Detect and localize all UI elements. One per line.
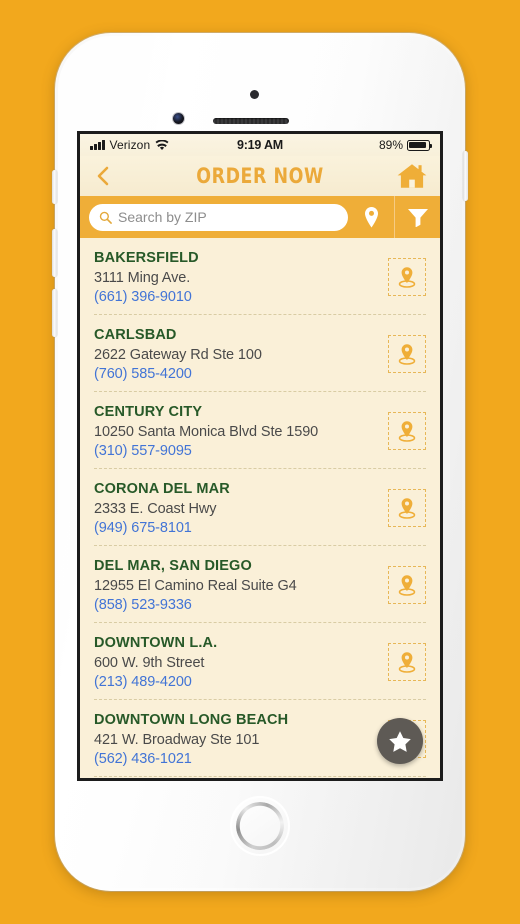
location-address: 3111 Ming Ave. [94,269,191,286]
location-map-button[interactable] [388,258,426,296]
map-pin-icon [398,575,416,596]
location-city: BAKERSFIELD [94,249,199,266]
volume-up-button[interactable] [52,229,57,277]
search-input[interactable] [118,209,338,225]
location-info: CORONA DEL MAR 2333 E. Coast Hwy (949) 6… [94,481,388,536]
location-phone[interactable]: (760) 585-4200 [94,366,388,382]
table-row[interactable]: CORONA DEL MAR 2333 E. Coast Hwy (949) 6… [94,469,426,546]
power-button[interactable] [463,151,468,201]
location-info: DOWNTOWN LONG BEACH 421 W. Broadway Ste … [94,712,388,767]
location-phone[interactable]: (858) 523-9336 [94,597,388,613]
location-address: 12955 El Camino Real Suite G4 [94,577,297,594]
location-map-button[interactable] [388,335,426,373]
location-city: CARLSBAD [94,326,177,343]
location-city: CENTURY CITY [94,403,203,420]
map-pin-icon [398,421,416,442]
volume-down-button[interactable] [52,289,57,337]
use-my-location-button[interactable] [348,196,394,238]
table-row[interactable]: DEL MAR, SAN DIEGO 12955 El Camino Real … [94,546,426,623]
location-address: 2333 E. Coast Hwy [94,500,217,517]
star-icon [389,730,411,752]
location-phone[interactable]: (949) 675-8101 [94,520,388,536]
location-map-button[interactable] [388,566,426,604]
status-bar: Verizon 9:19 AM 89% [80,134,440,156]
app-header: ORDER NOW [80,156,440,196]
filter-button[interactable] [394,196,440,238]
search-bar [80,196,440,238]
location-city: DOWNTOWN L.A. [94,634,218,651]
location-list[interactable]: BAKERSFIELD 3111 Ming Ave. (661) 396-901… [80,238,440,778]
home-button[interactable] [230,796,290,856]
location-info: DEL MAR, SAN DIEGO 12955 El Camino Real … [94,558,388,613]
battery-icon [407,139,433,151]
location-city: CORONA DEL MAR [94,480,230,497]
home-icon[interactable] [396,162,428,190]
silent-switch[interactable] [52,170,57,204]
table-row[interactable]: CARLSBAD 2622 Gateway Rd Ste 100 (760) 5… [94,315,426,392]
table-row[interactable]: CENTURY CITY 10250 Santa Monica Blvd Ste… [94,392,426,469]
location-address: 10250 Santa Monica Blvd Ste 1590 [94,423,319,440]
map-pin-icon [398,344,416,365]
front-camera [173,113,184,124]
location-address: 600 W. 9th Street [94,654,205,671]
location-city: DEL MAR, SAN DIEGO [94,557,252,574]
location-map-button[interactable] [388,643,426,681]
map-pin-icon [398,652,416,673]
proximity-sensor [250,90,259,99]
table-row[interactable]: DOWNTOWN L.A. 600 W. 9th Street (213) 48… [94,623,426,700]
location-phone[interactable]: (562) 436-1021 [94,751,388,767]
clock-label: 9:19 AM [236,138,284,152]
table-row[interactable]: BAKERSFIELD 3111 Ming Ave. (661) 396-901… [94,238,426,315]
location-address: 421 W. Broadway Ste 101 [94,731,260,748]
search-icon [99,211,112,224]
favorites-fab-button[interactable] [377,718,423,764]
location-address: 2622 Gateway Rd Ste 100 [94,346,262,363]
location-info: DOWNTOWN L.A. 600 W. 9th Street (213) 48… [94,635,388,690]
phone-device: Verizon 9:19 AM 89% ORDER NOW Search by … [52,33,468,891]
filter-funnel-icon [407,209,428,227]
location-phone[interactable]: (213) 489-4200 [94,674,388,690]
search-field[interactable] [89,203,348,231]
location-info: BAKERSFIELD 3111 Ming Ave. (661) 396-901… [94,250,388,305]
location-phone[interactable]: (310) 557-9095 [94,443,388,459]
location-phone[interactable]: (661) 396-9010 [94,289,388,305]
location-info: CENTURY CITY 10250 Santa Monica Blvd Ste… [94,404,388,459]
phone-screen: Verizon 9:19 AM 89% ORDER NOW Search by … [77,131,443,781]
location-info: CARLSBAD 2622 Gateway Rd Ste 100 (760) 5… [94,327,388,382]
page-title: ORDER NOW [196,164,324,188]
earpiece-speaker [213,118,289,124]
location-map-button[interactable] [388,489,426,527]
location-map-button[interactable] [388,412,426,450]
map-pin-icon [398,267,416,288]
map-pin-icon [364,206,378,227]
map-pin-icon [398,498,416,519]
location-city: DOWNTOWN LONG BEACH [94,711,289,728]
